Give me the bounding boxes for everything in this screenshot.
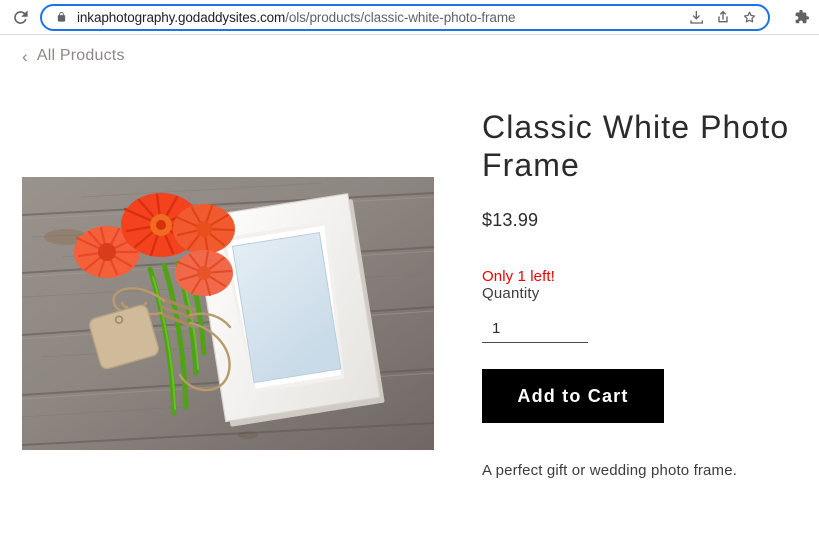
- bookmark-star-icon-glyph: [743, 11, 755, 22]
- product-image[interactable]: [22, 177, 434, 450]
- address-bar-url[interactable]: inkaphotography.godaddysites.com/ols/pro…: [77, 6, 684, 29]
- add-to-cart-button[interactable]: Add to Cart: [482, 369, 664, 423]
- share-icon[interactable]: [710, 5, 736, 29]
- quantity-input[interactable]: [482, 317, 588, 343]
- share-icon-glyph: [718, 10, 728, 23]
- quantity-label: Quantity: [482, 285, 540, 302]
- chevron-left-icon: ‹: [22, 46, 28, 66]
- breadcrumb-label: All Products: [36, 47, 125, 64]
- product-image-graphic: [22, 177, 434, 450]
- breadcrumb-all-products-link[interactable]: ‹ All Products: [22, 47, 125, 65]
- address-bar[interactable]: inkaphotography.godaddysites.com/ols/pro…: [40, 3, 770, 31]
- lock-icon-glyph: [57, 11, 65, 22]
- product-description: A perfect gift or wedding photo frame.: [482, 462, 738, 479]
- product-info-panel: Classic White Photo Frame $13.99 Only 1 …: [482, 35, 812, 479]
- page-title: Classic White Photo Frame: [482, 109, 790, 183]
- lock-icon[interactable]: [54, 9, 68, 25]
- reload-icon-glyph: [13, 9, 28, 24]
- reload-icon[interactable]: [3, 0, 37, 34]
- browser-toolbar: inkaphotography.godaddysites.com/ols/pro…: [0, 0, 819, 35]
- download-icon[interactable]: [684, 5, 710, 29]
- bookmark-star-icon[interactable]: [736, 5, 762, 29]
- extensions-puzzle-icon-glyph: [795, 9, 810, 24]
- product-price: $13.99: [482, 210, 539, 230]
- url-path: /ols/products/classic-white-photo-frame: [285, 9, 516, 25]
- url-domain: inkaphotography.godaddysites.com: [77, 9, 286, 25]
- page-content: ‹ All Products Classic White Photo Frame…: [0, 35, 819, 556]
- extensions-puzzle-icon[interactable]: [788, 0, 814, 34]
- download-icon-glyph: [690, 11, 703, 24]
